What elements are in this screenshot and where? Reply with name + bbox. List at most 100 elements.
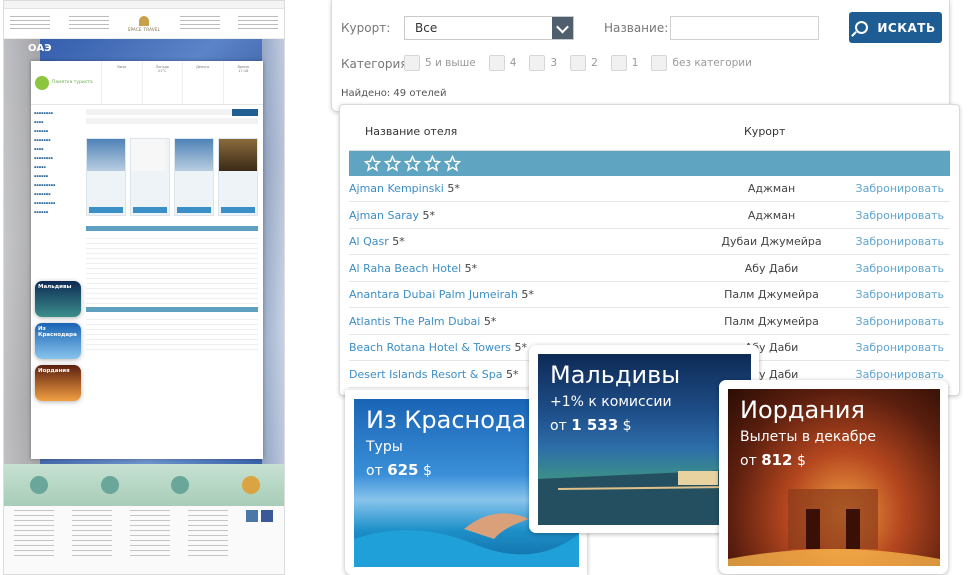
category-option[interactable]: 5 и выше	[404, 55, 476, 71]
thumb-menu-item[interactable]: ▪▪▪▪▪▪▪	[34, 190, 81, 199]
category-option[interactable]: 4	[488, 55, 516, 71]
hotel-name-link[interactable]: Anantara Dubai Palm Jumeirah 5*	[349, 288, 534, 301]
hotel-stars: 5*	[464, 262, 478, 275]
hotel-name[interactable]: Beach Rotana Hotel & Towers	[349, 341, 511, 354]
hotel-name[interactable]: Desert Islands Resort & Spa	[349, 368, 503, 381]
vk-icon[interactable]	[246, 510, 258, 522]
thumb-menu-item[interactable]: ▪▪▪▪▪▪▪	[34, 136, 81, 145]
book-link[interactable]: Забронировать	[856, 288, 944, 301]
thumb-menu-item[interactable]: ▪▪▪▪▪▪	[34, 127, 81, 136]
category-option[interactable]: без категории	[651, 55, 752, 71]
hotel-name-input[interactable]	[670, 16, 819, 40]
thumb-hotel-card[interactable]	[86, 138, 126, 216]
hotel-resort: Палм Джумейра	[724, 315, 819, 328]
hotel-stars: 5*	[422, 209, 436, 222]
thumb-table-row[interactable]	[86, 299, 258, 304]
category-checkbox[interactable]	[529, 55, 546, 71]
resort-select[interactable]: Все	[404, 16, 574, 40]
table-row: Al Raha Beach Hotel 5* Абу Даби Забронир…	[349, 256, 950, 282]
search-button[interactable]: ИСКАТЬ	[849, 12, 942, 43]
category-checkbox[interactable]	[651, 55, 668, 71]
thumb-menu-item[interactable]: ▪▪▪▪▪	[34, 163, 81, 172]
book-link[interactable]: Забронировать	[856, 341, 944, 354]
hotel-name[interactable]: Al Qasr	[349, 235, 389, 248]
hotel-price-button[interactable]	[133, 207, 167, 213]
hotel-price-button[interactable]	[221, 207, 255, 213]
thumb-promo-maldives[interactable]: Мальдивы	[35, 281, 81, 317]
thumb-menu-item[interactable]: ▪▪▪▪▪▪▪▪	[34, 109, 81, 118]
promo-maldives-title: Мальдивы	[550, 361, 681, 389]
thumb-tip[interactable]: Памятка туриста	[31, 61, 101, 104]
feature-icon	[100, 476, 119, 494]
promo-card-jordan[interactable]: Иордания Вылеты в декабре от 812 $	[719, 380, 948, 574]
weather-temp: 21°C	[157, 69, 167, 73]
footer-column	[14, 510, 54, 560]
hotel-name[interactable]: Atlantis The Palm Dubai	[349, 315, 480, 328]
thumb-topbar	[4, 1, 284, 9]
tip-label: Памятка туриста	[52, 80, 93, 85]
hotel-name-link[interactable]: Al Qasr 5*	[349, 235, 405, 248]
category-checkbox[interactable]	[610, 55, 627, 71]
category-option[interactable]: 3	[529, 55, 557, 71]
thumb-menu-item[interactable]: ▪▪▪▪	[34, 145, 81, 154]
hotel-stars: 5*	[506, 368, 519, 381]
hotel-name-link[interactable]: Al Raha Beach Hotel 5*	[349, 262, 477, 275]
thumb-table-stars	[86, 307, 258, 312]
promo-krasnodar-subtitle: Туры	[366, 439, 403, 455]
book-link[interactable]: Забронировать	[856, 182, 944, 195]
hotel-name[interactable]: Ajman Kempinski	[349, 182, 444, 195]
thumb-promo-krasnodar[interactable]: Из Краснодара	[35, 323, 81, 359]
facebook-icon[interactable]	[261, 510, 273, 522]
thumb-menu-item[interactable]: ▪▪▪▪▪▪▪▪▪	[34, 199, 81, 208]
book-link[interactable]: Забронировать	[856, 262, 944, 275]
footer-column	[188, 510, 228, 560]
hotel-image	[87, 139, 125, 171]
social-links	[246, 510, 273, 572]
thumb-promo-jordan[interactable]: Иордания	[35, 365, 81, 401]
hotel-name-link[interactable]: Ajman Saray 5*	[349, 209, 435, 222]
footer-column	[130, 510, 170, 560]
hotel-name-link[interactable]: Ajman Kempinski 5*	[349, 182, 460, 195]
category-option-label: 5 и выше	[425, 57, 476, 69]
category-checkbox[interactable]	[488, 55, 505, 71]
thumb-menu-item[interactable]: ▪▪▪▪▪▪▪▪	[34, 154, 81, 163]
hotel-name-link[interactable]: Beach Rotana Hotel & Towers 5*	[349, 341, 527, 354]
promo-jordan-subtitle: Вылеты в декабре	[740, 429, 877, 445]
book-link[interactable]: Забронировать	[856, 315, 944, 328]
hotel-price-button[interactable]	[177, 207, 211, 213]
book-link[interactable]: Забронировать	[856, 235, 944, 248]
hotel-name-link[interactable]: Atlantis The Palm Dubai 5*	[349, 315, 496, 328]
category-option[interactable]: 1	[610, 55, 638, 71]
price-prefix: от	[550, 418, 567, 434]
thumb-table-row[interactable]	[86, 345, 258, 350]
thumb-hotel-card[interactable]	[218, 138, 258, 216]
thumb-hotel-card[interactable]	[174, 138, 214, 216]
thumb-email	[238, 15, 278, 32]
hotel-name[interactable]: Al Raha Beach Hotel	[349, 262, 461, 275]
thumb-logo[interactable]: SPACE TRAVEL	[127, 14, 161, 34]
hotel-price-button[interactable]	[89, 207, 123, 213]
category-checkbox[interactable]	[570, 55, 587, 71]
category-option[interactable]: 2	[570, 55, 598, 71]
thumb-search-button[interactable]	[232, 109, 258, 116]
feature-icon	[30, 476, 49, 494]
category-checkbox[interactable]	[404, 55, 420, 71]
search-button-label: ИСКАТЬ	[877, 20, 936, 35]
book-link[interactable]: Забронировать	[856, 209, 944, 222]
hotel-name[interactable]: Ajman Saray	[349, 209, 419, 222]
table-row: Ajman Kempinski 5* Аджман Забронировать	[349, 176, 950, 202]
thumb-menu-item[interactable]: ▪▪▪▪▪▪	[34, 172, 81, 181]
logo-word: SPACE TRAVEL	[127, 26, 161, 32]
hotel-name-link[interactable]: Desert Islands Resort & Spa 5*	[349, 368, 519, 381]
thumb-hotel-card[interactable]	[130, 138, 170, 216]
hotel-stars: 5*	[392, 235, 405, 248]
logo-mark-icon	[139, 15, 149, 26]
table-row: Anantara Dubai Palm Jumeirah 5* Палм Джу…	[349, 282, 950, 308]
thumb-menu-item[interactable]: ▪▪▪▪▪▪▪▪▪	[34, 181, 81, 190]
thumb-page-title: ОАЭ	[28, 43, 52, 54]
hotel-name[interactable]: Anantara Dubai Palm Jumeirah	[349, 288, 518, 301]
star-icon	[384, 155, 401, 172]
chevron-down-icon[interactable]	[552, 17, 573, 39]
thumb-menu-item[interactable]: ▪▪▪▪▪▪	[34, 208, 81, 217]
thumb-menu-item[interactable]: ▪▪▪▪	[34, 118, 81, 127]
